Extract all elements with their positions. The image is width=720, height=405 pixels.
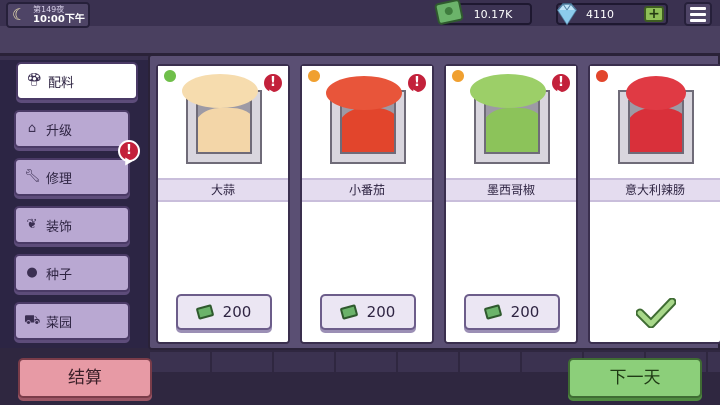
mushroom-icon: 🍄︎ bbox=[26, 73, 43, 88]
new-alert-badge: ! bbox=[406, 72, 428, 94]
ingredient-card-garlic[interactable]: ! 大蒜 200 bbox=[156, 64, 290, 344]
ingredient-name: 意大利辣肠 bbox=[590, 178, 720, 202]
money-counter: 10.17K bbox=[433, 0, 532, 26]
price-value: 200 bbox=[366, 303, 396, 321]
wrench-icon: 🔧︎ bbox=[24, 169, 41, 184]
menu-bar bbox=[690, 12, 706, 16]
sidebar-item-label: 修理 bbox=[46, 171, 73, 187]
house-icon: ⌂ bbox=[27, 121, 37, 136]
cash-icon bbox=[483, 304, 502, 320]
ingredient-shop-panel: ! 大蒜 200 ! 小番茄 200 ! 墨西哥椒 200 意大利辣肠 bbox=[148, 54, 720, 350]
buy-button[interactable]: 200 bbox=[464, 294, 560, 330]
roof-background bbox=[0, 26, 720, 56]
card-image-area: ! bbox=[158, 66, 288, 174]
buy-button[interactable]: 200 bbox=[176, 294, 272, 330]
sidebar-item-label: 菜园 bbox=[46, 315, 73, 331]
sidebar-item-upgrade[interactable]: ⌂ 升级 bbox=[14, 110, 130, 148]
day-time-indicator: ☾ 第149夜 10:00下午 bbox=[6, 2, 90, 28]
pepperoni-heap bbox=[626, 76, 686, 110]
add-gems-button[interactable]: + bbox=[644, 6, 664, 22]
wheelbarrow-icon: ⛟ bbox=[24, 313, 41, 328]
sidebar-item-seeds[interactable]: ● 种子 bbox=[14, 254, 130, 292]
sidebar-item-repair[interactable]: 🔧︎ 修理 bbox=[14, 158, 130, 196]
seed-icon: ● bbox=[26, 265, 38, 280]
ingredient-name: 大蒜 bbox=[158, 178, 288, 202]
next-day-button[interactable]: 下一天 bbox=[568, 358, 702, 398]
sidebar-item-label: 种子 bbox=[46, 267, 73, 283]
price-value: 200 bbox=[510, 303, 540, 321]
cash-icon bbox=[195, 304, 214, 320]
time-label: 10:00下午 bbox=[33, 14, 85, 25]
category-sidebar: 🍄︎ 配料 ⌂ 升级 🔧︎ 修理 ! ❦ 装饰 ● 种子 ⛟ 菜园 bbox=[8, 56, 150, 354]
ingredient-card-jalapeno[interactable]: ! 墨西哥椒 200 bbox=[444, 64, 578, 344]
sidebar-item-garden[interactable]: ⛟ 菜园 bbox=[14, 302, 130, 340]
moon-icon: ☾ bbox=[12, 5, 27, 24]
owned-check-icon bbox=[636, 298, 676, 328]
gem-value: 4110 bbox=[586, 7, 614, 21]
garlic-heap bbox=[182, 74, 258, 108]
diamond-icon bbox=[557, 3, 577, 26]
menu-button[interactable] bbox=[684, 2, 712, 26]
ingredient-name: 墨西哥椒 bbox=[446, 178, 576, 202]
plant-pot-icon: ❦ bbox=[26, 217, 38, 232]
tomato-heap bbox=[326, 76, 402, 110]
new-alert-badge: ! bbox=[262, 72, 284, 94]
jalapeno-heap bbox=[470, 74, 546, 108]
card-image-area: ! bbox=[446, 66, 576, 174]
fruit-tag-icon bbox=[452, 70, 464, 82]
card-image-area: ! bbox=[302, 66, 432, 174]
sidebar-item-decor[interactable]: ❦ 装饰 bbox=[14, 206, 130, 244]
leaf-tag-icon bbox=[164, 70, 176, 82]
settle-button[interactable]: 结算 bbox=[18, 358, 152, 398]
ingredient-card-pepperoni[interactable]: 意大利辣肠 bbox=[588, 64, 720, 344]
sidebar-item-label: 升级 bbox=[46, 123, 73, 139]
ingredient-name: 小番茄 bbox=[302, 178, 432, 202]
meat-tag-icon bbox=[596, 70, 608, 82]
card-image-area bbox=[590, 66, 720, 174]
new-alert-badge: ! bbox=[550, 72, 572, 94]
sidebar-item-label: 配料 bbox=[48, 75, 75, 91]
buy-button[interactable]: 200 bbox=[320, 294, 416, 330]
fruit-tag-icon bbox=[308, 70, 320, 82]
cash-icon bbox=[339, 304, 358, 320]
ingredient-card-cherry-tomato[interactable]: ! 小番茄 200 bbox=[300, 64, 434, 344]
sidebar-item-label: 装饰 bbox=[46, 219, 73, 235]
gem-counter: 4110 + bbox=[556, 3, 668, 26]
cash-icon bbox=[433, 0, 465, 26]
price-value: 200 bbox=[222, 303, 252, 321]
menu-bar bbox=[690, 18, 706, 22]
sidebar-item-ingredients[interactable]: 🍄︎ 配料 bbox=[16, 62, 138, 100]
menu-bar bbox=[690, 6, 706, 10]
repair-alert-badge: ! bbox=[118, 140, 140, 162]
